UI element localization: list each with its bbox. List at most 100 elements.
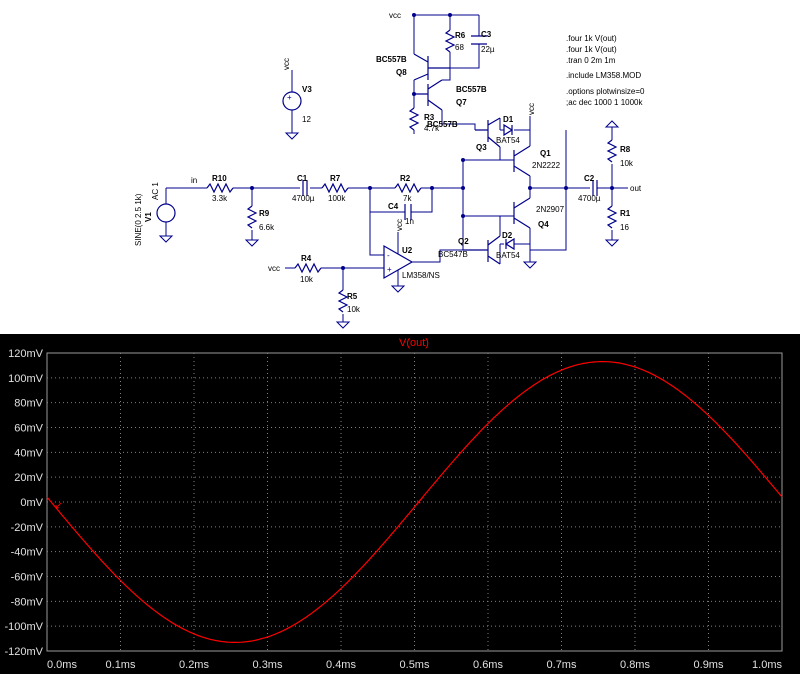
y-tick-label: -100mV bbox=[4, 621, 43, 633]
plot-grid bbox=[47, 353, 782, 651]
q2-value: BC547B bbox=[438, 250, 468, 259]
y-tick-label: 80mV bbox=[14, 398, 43, 410]
q3-name: Q3 bbox=[476, 143, 487, 152]
r5-value: 10k bbox=[347, 305, 361, 314]
directive-four-2[interactable]: .four 1k V(out) bbox=[566, 45, 617, 54]
r4-value: 10k bbox=[300, 275, 314, 284]
directive-include[interactable]: .include LM358.MOD bbox=[566, 71, 641, 80]
component-r8[interactable]: R8 10k bbox=[604, 120, 634, 188]
r1-name: R1 bbox=[620, 209, 631, 218]
net-in-label: in bbox=[191, 176, 197, 185]
v1-value: SINE(0 2.5 1k) bbox=[134, 193, 143, 246]
y-tick-label: 100mV bbox=[8, 373, 44, 385]
c4-name: C4 bbox=[388, 202, 399, 211]
trace-marker: ↙ bbox=[54, 500, 62, 511]
v3-net-label: vcc bbox=[282, 58, 291, 70]
q4-value: 2N2907 bbox=[536, 205, 565, 214]
directive-ac[interactable]: ;ac dec 1000 1 1000k bbox=[566, 98, 644, 107]
r9-name: R9 bbox=[259, 209, 270, 218]
directive-four-1[interactable]: .four 1k V(out) bbox=[566, 34, 617, 43]
schematic-canvas[interactable]: .four 1k V(out) .four 1k V(out) .tran 0 … bbox=[0, 0, 800, 334]
r6-name: R6 bbox=[455, 31, 466, 40]
component-r9[interactable]: R9 6.6k bbox=[244, 188, 275, 247]
y-tick-label: -120mV bbox=[4, 646, 43, 658]
component-q4[interactable]: 2N2907 Q4 bbox=[463, 188, 565, 244]
q7-model: BC557B bbox=[456, 85, 487, 94]
q8-name: Q8 bbox=[396, 68, 407, 77]
vcc-net-label-top: vcc bbox=[389, 11, 401, 20]
r10-name: R10 bbox=[212, 174, 227, 183]
y-tick-label: -80mV bbox=[11, 596, 44, 608]
r4-net-vcc: vcc bbox=[268, 264, 280, 273]
q1-net-vcc: vcc bbox=[527, 103, 536, 115]
q1-value: 2N2222 bbox=[532, 161, 561, 170]
component-r1[interactable]: R1 16 bbox=[604, 188, 631, 247]
trace-title[interactable]: V(out) bbox=[399, 337, 429, 349]
x-tick-label: 0.7ms bbox=[547, 659, 577, 671]
y-tick-label: -20mV bbox=[11, 522, 44, 534]
u2-value: LM358/NS bbox=[402, 271, 440, 280]
r6-value: 68 bbox=[455, 43, 464, 52]
svg-text:+: + bbox=[287, 93, 292, 102]
component-q2[interactable]: Q2 BC547B bbox=[438, 216, 501, 265]
r7-name: R7 bbox=[330, 174, 341, 183]
r7-value: 100k bbox=[328, 194, 346, 203]
y-tick-label: -40mV bbox=[11, 547, 44, 559]
r9-value: 6.6k bbox=[259, 223, 275, 232]
directive-options[interactable]: .options plotwinsize=0 bbox=[566, 87, 645, 96]
y-axis-ticks: 120mV 100mV 80mV 60mV 40mV 20mV 0mV -20mV -40mV -… bbox=[4, 348, 43, 658]
component-r7[interactable]: R7 100k bbox=[321, 174, 349, 203]
component-c3[interactable]: C3 22µ bbox=[471, 30, 495, 54]
r8-name: R8 bbox=[620, 145, 631, 154]
svg-text:+: + bbox=[387, 265, 392, 274]
r2-name: R2 bbox=[400, 174, 411, 183]
q1-name: Q1 bbox=[540, 149, 551, 158]
c1-value: 4700µ bbox=[292, 194, 315, 203]
component-q8[interactable]: BC557B Q8 bbox=[376, 53, 450, 108]
d1-value: BAT54 bbox=[496, 136, 520, 145]
y-tick-label: 20mV bbox=[14, 472, 43, 484]
x-tick-label: 0.1ms bbox=[106, 659, 136, 671]
component-r2[interactable]: R2 7k bbox=[394, 174, 422, 203]
r5-name: R5 bbox=[347, 292, 358, 301]
component-r6[interactable]: R6 68 bbox=[444, 29, 466, 68]
q8-model: BC557B bbox=[376, 55, 407, 64]
trace-marker: ↙ bbox=[416, 496, 424, 507]
component-r5[interactable]: R5 10k bbox=[335, 268, 361, 329]
x-tick-label: 1.0ms bbox=[752, 659, 782, 671]
u2-net-vcc: vcc bbox=[395, 219, 404, 231]
schematic-view[interactable]: .four 1k V(out) .four 1k V(out) .tran 0 … bbox=[0, 0, 800, 334]
component-v1[interactable]: V1 AC 1 SINE(0 2.5 1k) in bbox=[134, 176, 197, 246]
d1-name: D1 bbox=[503, 115, 514, 124]
r4-name: R4 bbox=[301, 254, 312, 263]
d2-value: BAT54 bbox=[496, 251, 520, 260]
y-tick-label: -60mV bbox=[11, 572, 44, 584]
c3-name: C3 bbox=[481, 30, 492, 39]
component-v3[interactable]: + vcc V3 12 bbox=[282, 58, 312, 140]
r2-value: 7k bbox=[403, 194, 412, 203]
c2-value: 4700µ bbox=[578, 194, 601, 203]
c2-name: C2 bbox=[584, 174, 595, 183]
v3-value: 12 bbox=[302, 115, 311, 124]
directive-tran[interactable]: .tran 0 2m 1m bbox=[566, 56, 616, 65]
r8-value: 10k bbox=[620, 159, 634, 168]
waveform-chart[interactable]: 120mV 100mV 80mV 60mV 40mV 20mV 0mV -20mV -40mV -… bbox=[0, 334, 800, 674]
q3-model-label: BC557B bbox=[427, 120, 458, 129]
x-axis-ticks: 0.0ms 0.1ms 0.2ms 0.3ms 0.4ms 0.5ms 0.6ms 0.7ms… bbox=[47, 659, 782, 671]
x-tick-label: 0.4ms bbox=[326, 659, 356, 671]
q7-name: Q7 bbox=[456, 98, 467, 107]
x-tick-label: 0.6ms bbox=[473, 659, 503, 671]
v1-ac: AC 1 bbox=[151, 182, 160, 200]
y-tick-label: 0mV bbox=[20, 497, 43, 509]
d2-name: D2 bbox=[502, 231, 513, 240]
svg-text:-: - bbox=[387, 251, 390, 260]
spice-directives[interactable]: .four 1k V(out) .four 1k V(out) .tran 0 … bbox=[566, 34, 645, 107]
q4-name: Q4 bbox=[538, 220, 549, 229]
x-tick-label: 0.9ms bbox=[694, 659, 724, 671]
waveform-viewer[interactable]: 120mV 100mV 80mV 60mV 40mV 20mV 0mV -20mV -40mV -… bbox=[0, 334, 800, 674]
component-r10[interactable]: R10 3.3k bbox=[206, 174, 234, 203]
component-r4[interactable]: vcc R4 10k bbox=[268, 254, 343, 284]
x-tick-label: 0.5ms bbox=[400, 659, 430, 671]
y-tick-label: 60mV bbox=[14, 423, 43, 435]
component-d1[interactable]: D1 BAT54 bbox=[496, 115, 531, 145]
